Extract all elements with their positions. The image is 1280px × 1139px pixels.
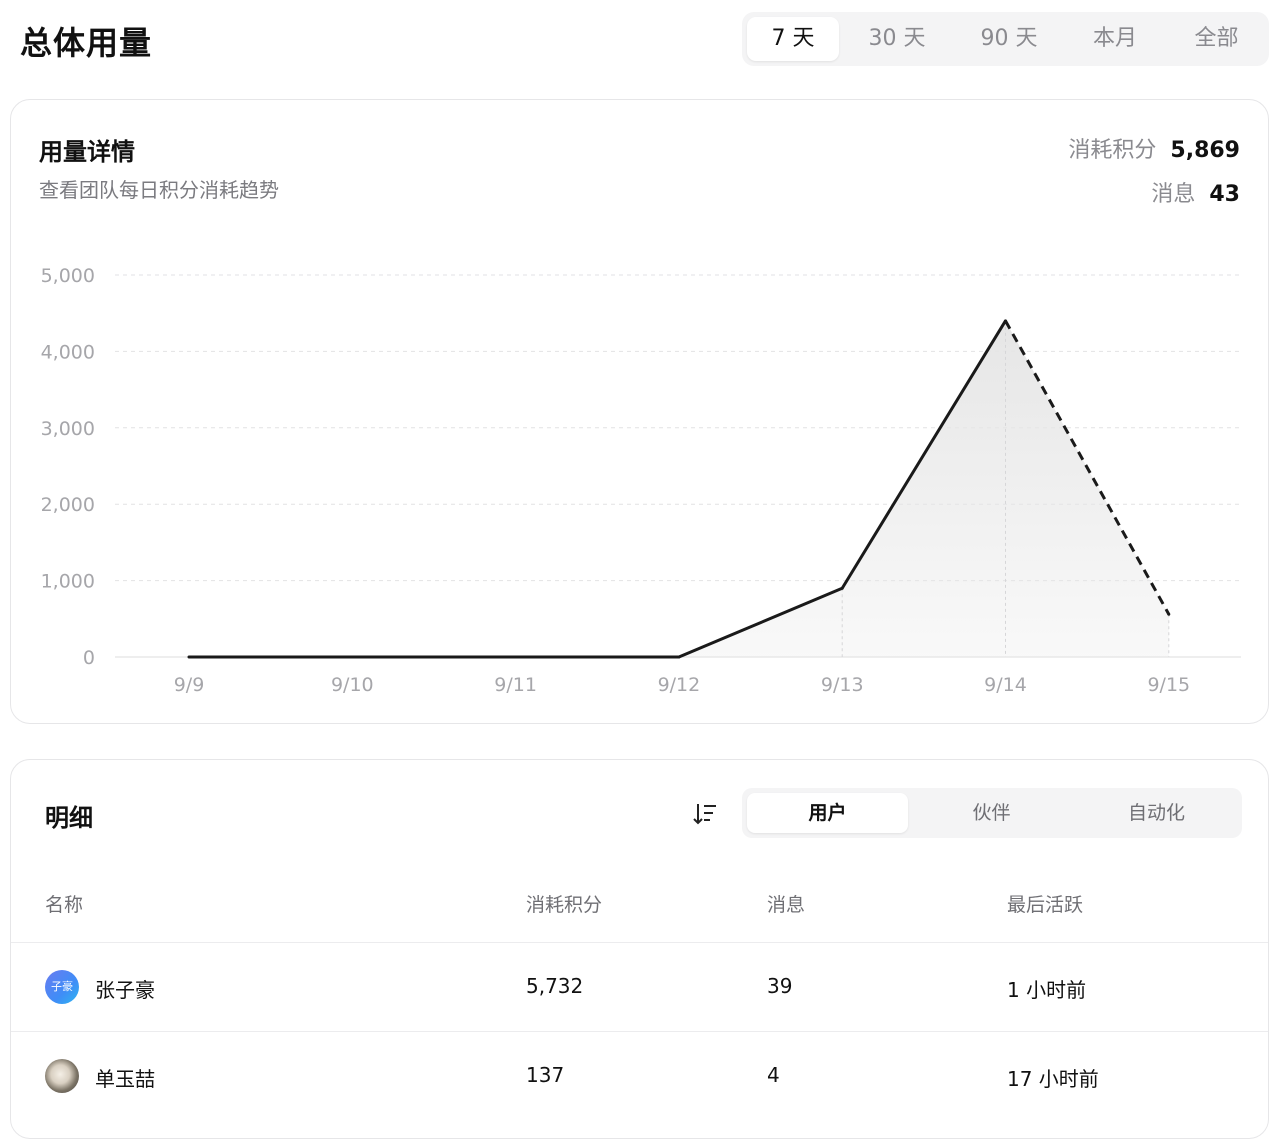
data-point (1167, 612, 1171, 616)
tab-this-month[interactable]: 本月 (1069, 17, 1161, 61)
data-point (514, 655, 518, 659)
data-point (350, 655, 354, 659)
col-name[interactable]: 名称 (45, 890, 83, 917)
user-name: 张子豪 (95, 978, 155, 1002)
x-tick-label: 9/13 (821, 674, 864, 696)
user-credits: 137 (526, 1063, 565, 1087)
y-tick-label: 1,000 (41, 571, 95, 593)
x-tick-label: 9/14 (984, 674, 1027, 696)
x-tick-label: 9/15 (1147, 674, 1190, 696)
col-last-active[interactable]: 最后活跃 (1007, 890, 1083, 917)
sort-icon[interactable] (691, 800, 719, 828)
usage-chart: 0 1,000 2,000 3,000 4,000 5,000 9/9 9/10 9/11 9/1… (41, 265, 1241, 696)
user-last-active: 1 小时前 (1007, 978, 1087, 1002)
user-messages: 4 (767, 1063, 780, 1087)
user-name: 单玉喆 (95, 1067, 155, 1091)
detail-title: 明细 (45, 804, 93, 832)
tab-partners[interactable]: 伙伴 (911, 793, 1072, 833)
tab-90-days[interactable]: 90 天 (957, 17, 1061, 61)
detail-card: 明细 用户 伙伴 自动化 名称 消耗积分 消息 最后活跃 子豪 张子豪 5,73… (10, 759, 1269, 1139)
usage-card: 用量详情 查看团队每日积分消耗趋势 消耗积分 5,869 消息 43 0 1,000 2… (10, 99, 1269, 724)
y-tick-label: 2,000 (41, 494, 95, 516)
table-row[interactable]: 单玉喆 137 4 17 小时前 (11, 1031, 1268, 1120)
user-last-active: 17 小时前 (1007, 1067, 1099, 1091)
data-point (677, 655, 681, 659)
tab-30-days[interactable]: 30 天 (845, 17, 949, 61)
data-point (187, 655, 191, 659)
y-tick-label: 5,000 (41, 265, 95, 287)
x-tick-label: 9/11 (494, 674, 537, 696)
user-credits: 5,732 (526, 974, 584, 998)
tab-automation[interactable]: 自动化 (1076, 793, 1237, 833)
avatar: 子豪 (45, 970, 79, 1004)
tab-all[interactable]: 全部 (1169, 17, 1264, 61)
x-tick-label: 9/12 (658, 674, 701, 696)
page-title: 总体用量 (20, 24, 153, 62)
tab-7-days[interactable]: 7 天 (747, 17, 839, 61)
col-messages[interactable]: 消息 (767, 890, 805, 917)
table-row[interactable]: 子豪 张子豪 5,732 39 1 小时前 (11, 942, 1268, 1031)
data-point (1004, 319, 1007, 323)
area-fill (189, 320, 1169, 657)
col-credits[interactable]: 消耗积分 (526, 890, 602, 917)
range-tabs: 7 天 30 天 90 天 本月 全部 (742, 12, 1269, 66)
x-tick-label: 9/10 (331, 674, 374, 696)
detail-tabs: 用户 伙伴 自动化 (742, 788, 1242, 838)
y-tick-label: 3,000 (41, 418, 95, 440)
avatar (45, 1059, 79, 1093)
tab-users[interactable]: 用户 (747, 793, 908, 833)
y-tick-label: 0 (83, 647, 95, 669)
data-point (840, 586, 844, 590)
x-tick-label: 9/9 (174, 674, 205, 696)
user-messages: 39 (767, 974, 793, 998)
y-tick-label: 4,000 (41, 341, 95, 363)
